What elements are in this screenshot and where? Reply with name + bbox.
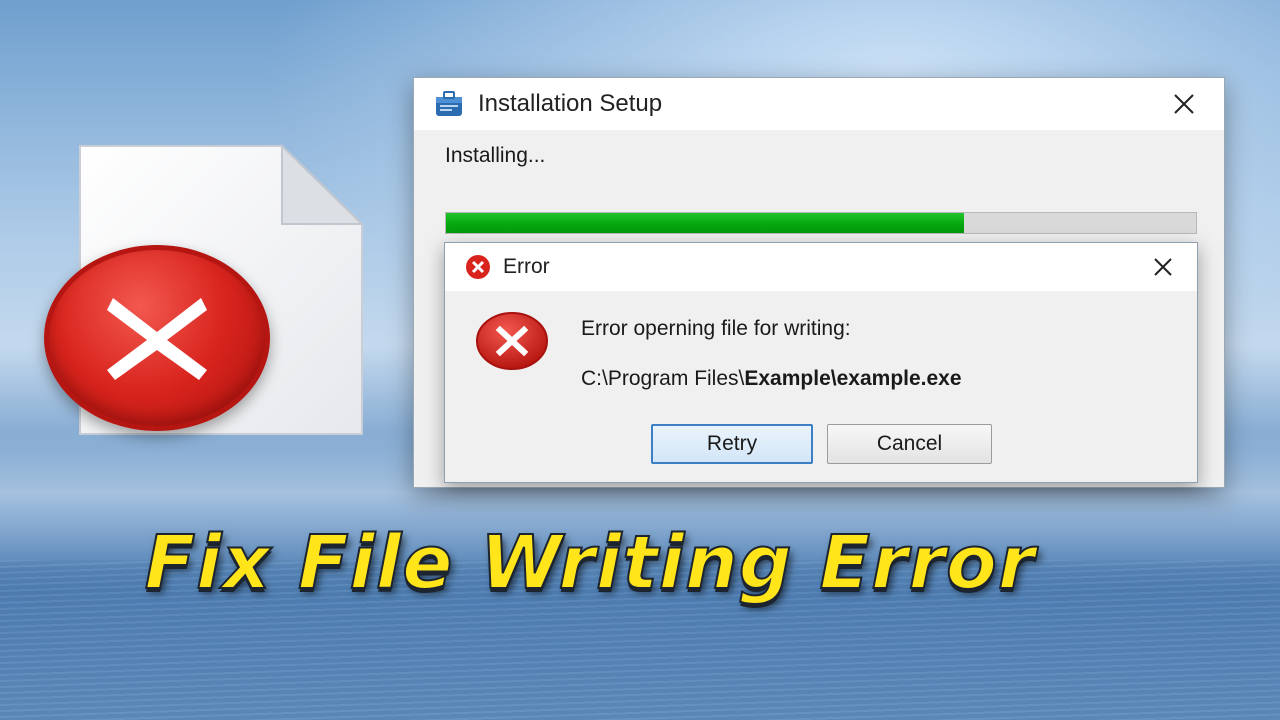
installer-icon — [436, 91, 462, 116]
install-progress-bar — [445, 212, 1197, 234]
cancel-button[interactable]: Cancel — [827, 424, 992, 464]
installer-titlebar: Installation Setup — [414, 78, 1224, 130]
close-icon — [1154, 258, 1172, 276]
error-circle-icon — [44, 245, 270, 431]
error-dialog: Error Error operning file for writing: C… — [444, 242, 1198, 483]
error-dialog-close-button[interactable] — [1143, 247, 1183, 287]
error-icon — [466, 255, 490, 279]
install-status: Installing... — [445, 144, 546, 167]
error-dialog-title: Error — [503, 255, 550, 278]
path-prefix: C:\Program Files\ — [581, 367, 745, 390]
error-dialog-titlebar: Error — [445, 243, 1197, 291]
installer-close-button[interactable] — [1164, 84, 1204, 124]
error-message: Error operning file for writing: — [581, 317, 851, 340]
progress-fill — [446, 213, 964, 233]
installer-title: Installation Setup — [478, 90, 663, 117]
error-file-path: C:\Program Files\Example\example.exe — [581, 367, 962, 391]
retry-button[interactable]: Retry — [651, 424, 813, 464]
error-icon — [476, 312, 548, 370]
headline: Fix File Writing Error — [144, 519, 1036, 607]
path-file: example.exe — [836, 367, 962, 390]
close-icon — [1174, 94, 1194, 114]
path-folder: Example — [744, 367, 831, 390]
